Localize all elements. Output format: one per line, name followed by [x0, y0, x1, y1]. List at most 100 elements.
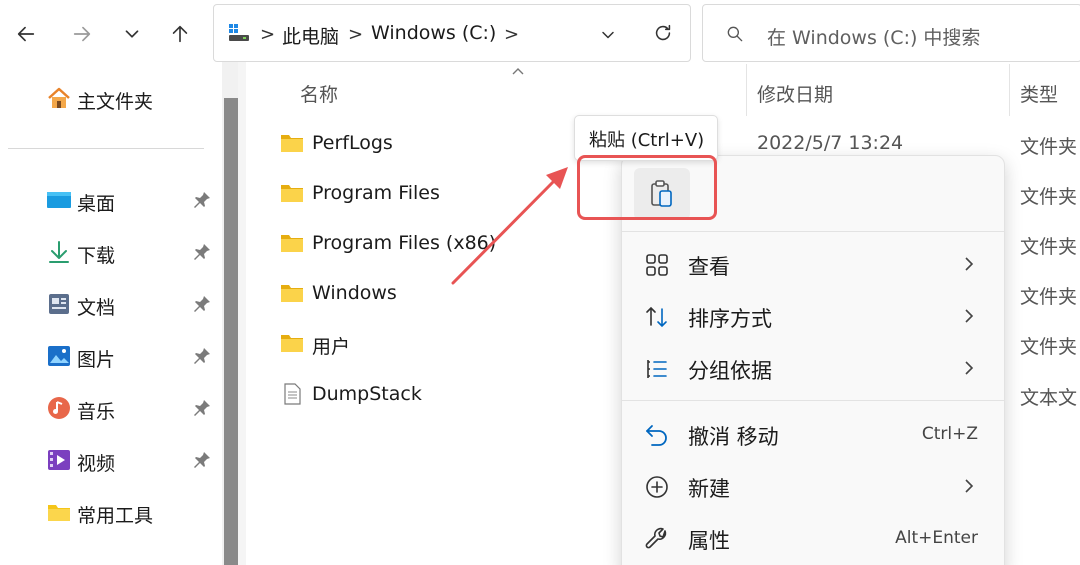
wrench-icon — [645, 527, 667, 549]
arrow-up-icon — [172, 25, 188, 43]
menu-item-new[interactable]: 新建 — [622, 462, 1004, 510]
search-placeholder: 在 Windows (C:) 中搜索 — [767, 27, 981, 49]
menu-divider — [622, 231, 1004, 232]
shortcut-text: Alt+Enter — [895, 528, 978, 548]
breadcrumb-separator[interactable]: > — [504, 24, 519, 45]
column-header-type[interactable]: 类型 — [1020, 80, 1058, 107]
recent-locations-button[interactable] — [118, 20, 146, 48]
sidebar-item-label: 常用工具 — [77, 505, 154, 527]
sidebar-item-label: 视频 — [77, 453, 116, 475]
menu-item-label: 查看 — [688, 255, 730, 279]
menu-item-label: 属性 — [688, 529, 730, 553]
file-type: 文件夹 — [1020, 136, 1078, 158]
video-icon — [48, 450, 70, 470]
sidebar-item-documents[interactable]: 文档 — [0, 282, 222, 326]
file-name: Windows — [312, 282, 397, 304]
folder-icon — [281, 185, 303, 202]
drive-icon — [229, 24, 249, 41]
folder-icon — [281, 335, 303, 352]
menu-item-label: 排序方式 — [688, 307, 772, 331]
breadcrumb-drive-c[interactable]: Windows (C:) — [371, 22, 496, 44]
pin-icon[interactable] — [192, 346, 212, 366]
menu-item-label: 撤消 移动 — [688, 425, 779, 449]
breadcrumb-separator[interactable]: > — [348, 24, 363, 45]
sidebar-item-label: 文档 — [77, 297, 116, 319]
home-icon — [48, 87, 70, 108]
picture-icon — [48, 346, 70, 366]
group-list-icon — [647, 360, 667, 378]
breadcrumb-separator: > — [260, 24, 276, 45]
document-icon — [49, 294, 69, 314]
sidebar-item-home[interactable]: 主文件夹 — [0, 76, 222, 120]
undo-icon — [646, 425, 667, 446]
file-name: Program Files (x86) — [312, 232, 497, 254]
menu-item-label: 新建 — [688, 477, 730, 501]
column-header-date[interactable]: 修改日期 — [757, 80, 833, 107]
pin-icon[interactable] — [192, 242, 212, 262]
shortcut-text: Ctrl+Z — [921, 424, 978, 444]
sidebar-item-desktop[interactable]: 桌面 — [0, 178, 222, 222]
sidebar-item-label: 桌面 — [77, 193, 116, 215]
column-separator[interactable] — [1009, 64, 1010, 116]
sidebar-scrollbar-thumb[interactable] — [224, 98, 238, 565]
grid-icon — [646, 254, 668, 276]
menu-item-label: 分组依据 — [688, 359, 772, 383]
pin-icon[interactable] — [192, 398, 212, 418]
sidebar-divider — [8, 148, 204, 149]
column-separator[interactable] — [746, 64, 747, 116]
pin-icon[interactable] — [192, 190, 212, 210]
file-type: 文本文 — [1020, 387, 1078, 409]
chevron-right-icon — [965, 257, 974, 271]
folder-icon — [48, 505, 70, 521]
menu-divider — [622, 400, 1004, 401]
arrow-left-icon — [17, 26, 35, 42]
file-name: 用户 — [312, 336, 351, 358]
pin-icon[interactable] — [192, 294, 212, 314]
breadcrumb-this-pc[interactable]: 此电脑 — [282, 22, 339, 49]
sidebar-item-pictures[interactable]: 图片 — [0, 334, 222, 378]
refresh-icon[interactable] — [652, 22, 674, 44]
file-name: Program Files — [312, 182, 440, 204]
menu-item-sort-by[interactable]: 排序方式 — [622, 292, 1004, 340]
chevron-right-icon — [965, 361, 974, 375]
menu-item-group-by[interactable]: 分组依据 — [622, 344, 1004, 392]
sidebar-item-tools[interactable]: 常用工具 — [0, 490, 222, 534]
tooltip-text: 粘贴 (Ctrl+V) — [589, 130, 705, 151]
file-type: 文件夹 — [1020, 286, 1078, 308]
pane-divider — [238, 62, 246, 565]
back-button[interactable] — [12, 20, 40, 48]
file-name: DumpStack — [312, 383, 422, 405]
chevron-down-icon — [125, 30, 139, 38]
forward-button[interactable] — [68, 20, 96, 48]
sidebar-item-music[interactable]: 音乐 — [0, 386, 222, 430]
sidebar-item-videos[interactable]: 视频 — [0, 438, 222, 482]
address-bar[interactable]: > 此电脑 > Windows (C:) > — [213, 4, 691, 62]
search-icon — [727, 26, 743, 42]
up-button[interactable] — [166, 20, 194, 48]
file-date: 2022/5/7 13:24 — [757, 132, 904, 154]
folder-icon — [281, 285, 303, 302]
folder-icon — [281, 235, 303, 252]
new-plus-icon — [646, 476, 668, 498]
highlight-box — [577, 155, 717, 220]
file-name: PerfLogs — [312, 132, 393, 154]
file-type: 文件夹 — [1020, 236, 1078, 258]
sort-caret-icon — [512, 68, 524, 75]
sidebar-item-label: 音乐 — [77, 401, 116, 423]
menu-item-undo-move[interactable]: 撤消 移动 Ctrl+Z — [622, 410, 1004, 458]
download-icon — [49, 241, 69, 263]
chevron-right-icon — [965, 479, 974, 493]
chevron-down-icon[interactable] — [598, 25, 618, 45]
search-box[interactable]: 在 Windows (C:) 中搜索 — [702, 4, 1080, 62]
navigation-pane: 主文件夹 桌面 下载 文档 图片 音乐 视频 常用工具 — [0, 62, 222, 565]
menu-item-view[interactable]: 查看 — [622, 240, 1004, 288]
column-header-name[interactable]: 名称 — [300, 80, 338, 107]
text-file-icon — [284, 383, 301, 405]
menu-item-properties[interactable]: 属性 Alt+Enter — [622, 514, 1004, 562]
chevron-right-icon — [965, 309, 974, 323]
pin-icon[interactable] — [192, 450, 212, 470]
sidebar-item-downloads[interactable]: 下载 — [0, 230, 222, 274]
folder-icon — [281, 135, 303, 152]
file-type: 文件夹 — [1020, 186, 1078, 208]
sidebar-item-label: 下载 — [77, 245, 116, 267]
